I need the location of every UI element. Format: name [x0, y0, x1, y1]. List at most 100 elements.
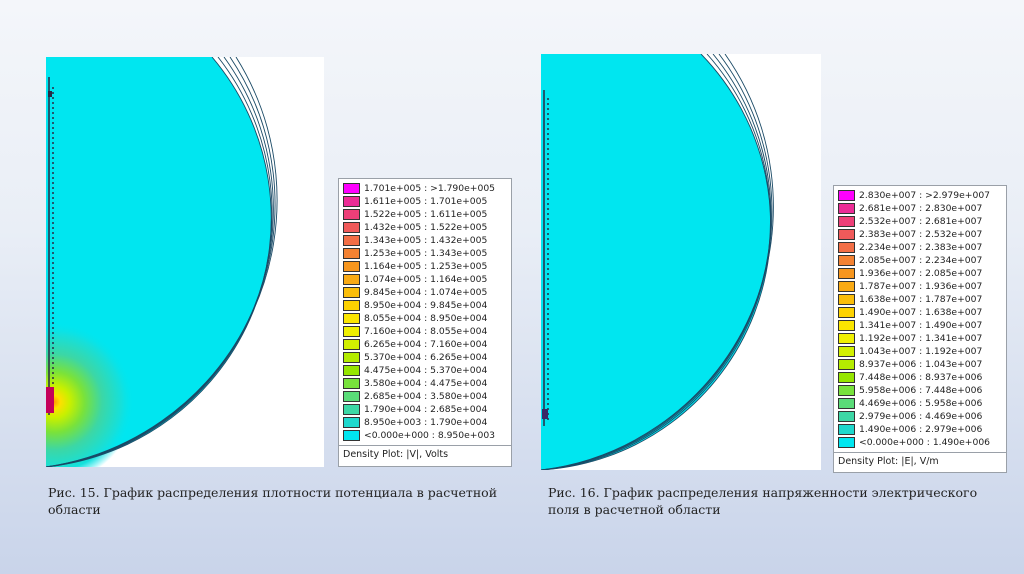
- legend-label: 2.979e+006 : 4.469e+006: [859, 411, 983, 422]
- legend-label: 8.950e+003 : 1.790e+004: [364, 417, 488, 428]
- legend-swatch: [838, 229, 855, 240]
- legend-label: 9.845e+004 : 1.074e+005: [364, 287, 488, 298]
- legend-swatch: [343, 261, 360, 272]
- potential-density-plot: [46, 57, 324, 467]
- legend-row: 5.370e+004 : 6.265e+004: [343, 351, 507, 364]
- legend-label: 4.475e+004 : 5.370e+004: [364, 365, 488, 376]
- legend-swatch: [838, 281, 855, 292]
- legend-swatch: [838, 242, 855, 253]
- legend-swatch: [838, 346, 855, 357]
- legend-label: 1.611e+005 : 1.701e+005: [364, 196, 488, 207]
- legend-row: 1.638e+007 : 1.787e+007: [838, 293, 1002, 306]
- legend-swatch: [343, 248, 360, 259]
- legend-label: 1.787e+007 : 1.936e+007: [859, 281, 983, 292]
- legend-label: 2.681e+007 : 2.830e+007: [859, 203, 983, 214]
- legend-swatch: [838, 216, 855, 227]
- legend-row: 7.448e+006 : 8.937e+006: [838, 371, 1002, 384]
- potential-legend-title: Density Plot: |V|, Volts: [339, 445, 511, 460]
- legend-swatch: [838, 268, 855, 279]
- legend-swatch: [838, 411, 855, 422]
- legend-row: <0.000e+000 : 8.950e+003: [343, 429, 507, 442]
- legend-swatch: [838, 372, 855, 383]
- legend-label: 1.074e+005 : 1.164e+005: [364, 274, 488, 285]
- legend-label: 1.638e+007 : 1.787e+007: [859, 294, 983, 305]
- legend-swatch: [343, 430, 360, 441]
- legend-row: 2.532e+007 : 2.681e+007: [838, 215, 1002, 228]
- legend-swatch: [838, 190, 855, 201]
- legend-swatch: [343, 274, 360, 285]
- legend-swatch: [838, 359, 855, 370]
- legend-row: 1.253e+005 : 1.343e+005: [343, 247, 507, 260]
- legend-label: 1.343e+005 : 1.432e+005: [364, 235, 488, 246]
- field-legend-title: Density Plot: |E|, V/m: [834, 452, 1006, 467]
- legend-label: 2.532e+007 : 2.681e+007: [859, 216, 983, 227]
- legend-label: <0.000e+000 : 8.950e+003: [364, 430, 496, 441]
- legend-row: 8.937e+006 : 1.043e+007: [838, 358, 1002, 371]
- legend-label: 8.950e+004 : 9.845e+004: [364, 300, 488, 311]
- legend-label: 7.160e+004 : 8.055e+004: [364, 326, 488, 337]
- legend-swatch: [838, 294, 855, 305]
- legend-label: 5.958e+006 : 7.448e+006: [859, 385, 983, 396]
- legend-label: 8.055e+004 : 8.950e+004: [364, 313, 488, 324]
- legend-label: <0.000e+000 : 1.490e+006: [859, 437, 991, 448]
- legend-row: 1.522e+005 : 1.611e+005: [343, 208, 507, 221]
- legend-row: 2.979e+006 : 4.469e+006: [838, 410, 1002, 423]
- figure-15-caption: Рис. 15. График распределения плотности …: [48, 485, 498, 517]
- legend-row: 8.055e+004 : 8.950e+004: [343, 312, 507, 325]
- legend-row: 2.685e+004 : 3.580e+004: [343, 390, 507, 403]
- legend-swatch: [343, 378, 360, 389]
- legend-label: 1.490e+006 : 2.979e+006: [859, 424, 983, 435]
- legend-swatch: [343, 339, 360, 350]
- legend-swatch: [838, 320, 855, 331]
- legend-row: 8.950e+004 : 9.845e+004: [343, 299, 507, 312]
- legend-label: 6.265e+004 : 7.160e+004: [364, 339, 488, 350]
- legend-label: 2.830e+007 : >2.979e+007: [859, 190, 991, 201]
- legend-label: 1.432e+005 : 1.522e+005: [364, 222, 488, 233]
- legend-swatch: [343, 326, 360, 337]
- legend-label: 1.522e+005 : 1.611e+005: [364, 209, 488, 220]
- legend-label: 1.701e+005 : >1.790e+005: [364, 183, 496, 194]
- legend-swatch: [343, 222, 360, 233]
- legend-swatch: [838, 398, 855, 409]
- legend-label: 1.936e+007 : 2.085e+007: [859, 268, 983, 279]
- legend-label: 1.192e+007 : 1.341e+007: [859, 333, 983, 344]
- legend-label: 2.685e+004 : 3.580e+004: [364, 391, 488, 402]
- legend-row: 1.043e+007 : 1.192e+007: [838, 345, 1002, 358]
- legend-label: 2.085e+007 : 2.234e+007: [859, 255, 983, 266]
- legend-swatch: [343, 404, 360, 415]
- legend-row: 7.160e+004 : 8.055e+004: [343, 325, 507, 338]
- legend-swatch: [343, 196, 360, 207]
- legend-row: 2.830e+007 : >2.979e+007: [838, 189, 1002, 202]
- legend-row: 6.265e+004 : 7.160e+004: [343, 338, 507, 351]
- potential-legend: 1.701e+005 : >1.790e+005 1.611e+005 : 1.7…: [338, 178, 512, 467]
- legend-label: 3.580e+004 : 4.475e+004: [364, 378, 488, 389]
- legend-swatch: [343, 417, 360, 428]
- legend-swatch: [838, 333, 855, 344]
- legend-label: 2.383e+007 : 2.532e+007: [859, 229, 983, 240]
- legend-swatch: [343, 183, 360, 194]
- legend-row: 4.469e+006 : 5.958e+006: [838, 397, 1002, 410]
- legend-row: 2.085e+007 : 2.234e+007: [838, 254, 1002, 267]
- legend-swatch: [838, 307, 855, 318]
- legend-label: 7.448e+006 : 8.937e+006: [859, 372, 983, 383]
- legend-label: 1.490e+007 : 1.638e+007: [859, 307, 983, 318]
- legend-row: 1.790e+004 : 2.685e+004: [343, 403, 507, 416]
- legend-row: 1.164e+005 : 1.253e+005: [343, 260, 507, 273]
- figure-16-caption: Рис. 16. График распределения напряженно…: [548, 485, 978, 517]
- legend-label: 1.043e+007 : 1.192e+007: [859, 346, 983, 357]
- legend-row: <0.000e+000 : 1.490e+006: [838, 436, 1002, 449]
- legend-label: 1.253e+005 : 1.343e+005: [364, 248, 488, 259]
- legend-swatch: [838, 424, 855, 435]
- field-region: [541, 54, 771, 470]
- legend-row: 1.787e+007 : 1.936e+007: [838, 280, 1002, 293]
- legend-swatch: [343, 352, 360, 363]
- legend-label: 2.234e+007 : 2.383e+007: [859, 242, 983, 253]
- legend-swatch: [343, 313, 360, 324]
- legend-row: 1.490e+007 : 1.638e+007: [838, 306, 1002, 319]
- legend-row: 1.701e+005 : >1.790e+005: [343, 182, 507, 195]
- field-legend-rows: 2.830e+007 : >2.979e+007 2.681e+007 : 2.8…: [838, 189, 1002, 449]
- legend-label: 8.937e+006 : 1.043e+007: [859, 359, 983, 370]
- field-legend: 2.830e+007 : >2.979e+007 2.681e+007 : 2.8…: [833, 185, 1007, 473]
- legend-swatch: [343, 365, 360, 376]
- legend-label: 4.469e+006 : 5.958e+006: [859, 398, 983, 409]
